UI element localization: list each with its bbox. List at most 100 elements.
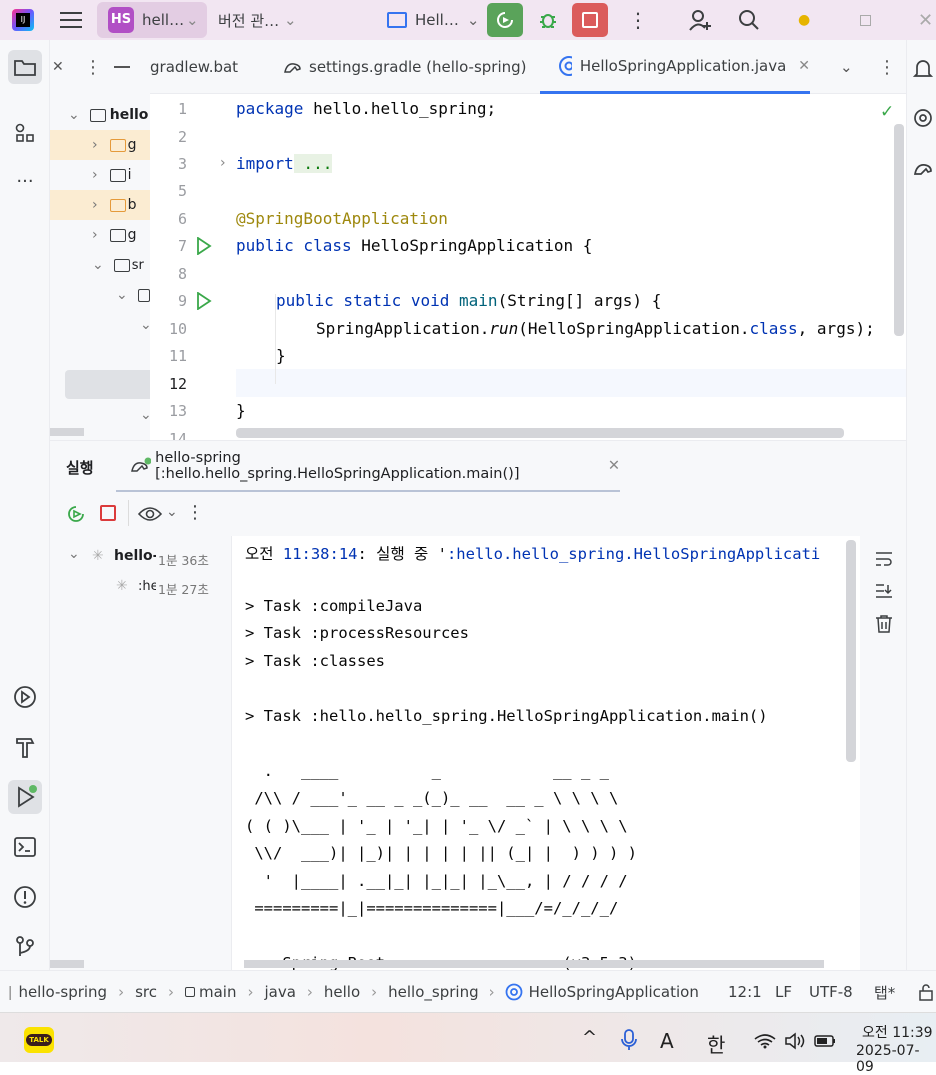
- console-horizontal-scrollbar[interactable]: [244, 960, 824, 968]
- breadcrumb-item[interactable]: hello_spring: [388, 983, 478, 1001]
- more-icon[interactable]: ⋮: [186, 502, 204, 523]
- clock-time[interactable]: 오전 11:39: [862, 1022, 933, 1042]
- close-tab-icon[interactable]: ✕: [608, 458, 620, 474]
- project-folder-icon[interactable]: [8, 50, 42, 84]
- tree-item-java[interactable]: ⌄: [50, 310, 150, 340]
- line-number: 2: [177, 128, 187, 146]
- vcs-widget[interactable]: 버전 관…: [218, 0, 279, 40]
- services-icon[interactable]: [8, 680, 42, 714]
- console-line: 오전 11:38:14: 실행 중 ':hello.hello_spring.H…: [245, 545, 821, 563]
- gradle-icon[interactable]: [913, 160, 933, 182]
- chevron-down-icon[interactable]: ⌄: [68, 546, 80, 562]
- build-hammer-icon[interactable]: [8, 730, 42, 764]
- structure-icon[interactable]: [8, 116, 42, 150]
- breadcrumb-item[interactable]: HelloSpringApplication: [529, 983, 699, 1001]
- tree-item-selected[interactable]: [65, 370, 150, 399]
- tab-hello-spring-application[interactable]: HelloSpringApplication.java ✕: [540, 40, 810, 94]
- breadcrumb-item[interactable]: hello: [324, 983, 360, 1001]
- horizontal-scrollbar[interactable]: [50, 960, 84, 968]
- folder-icon: [109, 168, 126, 182]
- tabs-close-all-icon[interactable]: ✕: [52, 40, 72, 94]
- caret-position[interactable]: 12:1: [728, 971, 762, 1013]
- add-user-icon[interactable]: [688, 0, 712, 40]
- code-line: }: [276, 346, 286, 365]
- kakaotalk-icon[interactable]: TALK: [24, 1027, 54, 1053]
- breadcrumb-item[interactable]: hello-spring: [18, 983, 107, 1001]
- folder-icon: [109, 138, 126, 152]
- microphone-icon[interactable]: [620, 1029, 638, 1051]
- debug-icon[interactable]: [530, 3, 566, 37]
- run-config-widget[interactable]: Hell… ⌄: [387, 0, 479, 40]
- main-menu-icon[interactable]: [60, 0, 82, 40]
- trash-icon[interactable]: [874, 614, 894, 634]
- lock-icon[interactable]: [918, 971, 934, 1013]
- tree-item-idea[interactable]: › i: [50, 160, 150, 190]
- run-tree-item[interactable]: :he: [138, 579, 156, 594]
- line-separator[interactable]: LF: [775, 971, 792, 1013]
- breadcrumb-item[interactable]: main: [199, 983, 236, 1001]
- tips-icon[interactable]: ●: [798, 0, 810, 40]
- close-tab-icon[interactable]: ✕: [798, 58, 810, 74]
- tree-item-gradle-dir[interactable]: › g: [50, 220, 150, 250]
- editor-vertical-scrollbar[interactable]: [894, 124, 904, 336]
- tree-item-root[interactable]: ⌄ hello: [50, 100, 150, 130]
- ime-hangul-indicator[interactable]: 한: [707, 1029, 725, 1058]
- more-icon[interactable]: ⋮: [628, 0, 648, 40]
- horizontal-scrollbar[interactable]: [50, 428, 84, 436]
- run-tool-icon[interactable]: [8, 780, 42, 814]
- tree-item-build[interactable]: › b: [50, 190, 150, 220]
- problems-icon[interactable]: [8, 880, 42, 914]
- tabs-dropdown-icon[interactable]: ⌄: [840, 40, 853, 94]
- code-line: package hello.hello_spring;: [236, 99, 497, 118]
- soft-wrap-icon[interactable]: [874, 550, 894, 568]
- code-editor[interactable]: 1 2 3 5 6 7 8 9 10 11 12 13 14 › package…: [150, 94, 906, 440]
- editor-horizontal-scrollbar[interactable]: [236, 428, 844, 438]
- rerun-icon[interactable]: [66, 504, 86, 524]
- stop-button[interactable]: [572, 3, 608, 37]
- more-tools-icon[interactable]: ···: [8, 164, 42, 198]
- tree-item-resources[interactable]: ⌄: [50, 400, 150, 430]
- minimize-icon[interactable]: [114, 66, 130, 68]
- line-number: 13: [168, 402, 187, 420]
- battery-icon[interactable]: [814, 1032, 838, 1050]
- folded-imports[interactable]: ...: [293, 154, 333, 173]
- tabs-more-icon[interactable]: ⋮: [878, 40, 896, 94]
- tab-settings-gradle[interactable]: settings.gradle (hello-spring): [283, 40, 527, 94]
- close-icon[interactable]: ✕: [918, 0, 933, 40]
- notifications-icon[interactable]: [912, 58, 934, 84]
- ime-mode-indicator[interactable]: A: [660, 1029, 674, 1053]
- chevron-up-icon[interactable]: ^: [582, 1027, 597, 1048]
- clock-date[interactable]: 2025-07-09: [856, 1043, 936, 1075]
- tree-item-gradle[interactable]: › g: [50, 130, 150, 160]
- project-more-icon[interactable]: ⋮: [84, 40, 102, 94]
- tree-item-src[interactable]: ⌄ sr: [50, 250, 150, 280]
- breadcrumb-item[interactable]: src: [135, 983, 157, 1001]
- run-gutter-icon[interactable]: [196, 292, 212, 310]
- eye-icon[interactable]: [138, 504, 162, 524]
- run-gutter-icon[interactable]: [196, 237, 212, 255]
- stop-icon[interactable]: [100, 505, 116, 521]
- run-tree-item[interactable]: hello-: [114, 548, 156, 564]
- breadcrumb-item[interactable]: java: [264, 983, 295, 1001]
- run-config-tab[interactable]: hello-spring [:hello.hello_spring.HelloS…: [116, 441, 620, 493]
- maximize-icon[interactable]: [860, 0, 871, 40]
- search-icon[interactable]: [738, 0, 760, 40]
- fold-icon[interactable]: ›: [220, 155, 226, 171]
- git-branch-icon[interactable]: [8, 930, 42, 964]
- wifi-icon[interactable]: [754, 1033, 776, 1049]
- tree-item-main[interactable]: ⌄: [50, 280, 150, 310]
- ai-assistant-icon[interactable]: [913, 108, 933, 132]
- folder-icon: [113, 258, 130, 272]
- intellij-logo-icon[interactable]: IJ: [12, 0, 34, 40]
- chevron-down-icon[interactable]: ⌄: [166, 504, 178, 520]
- console-vertical-scrollbar[interactable]: [846, 540, 856, 762]
- tab-gradlew[interactable]: gradlew.bat: [150, 40, 238, 94]
- terminal-icon[interactable]: [8, 830, 42, 864]
- console-output[interactable]: 오전 11:38:14: 실행 중 ':hello.hello_spring.H…: [232, 536, 846, 970]
- file-encoding[interactable]: UTF-8: [809, 971, 853, 1013]
- scroll-to-end-icon[interactable]: [874, 582, 894, 600]
- rerun-button[interactable]: [487, 3, 523, 37]
- console-line: ' |____| .__|_| |_|_| |_\__, | / / / /: [245, 872, 628, 890]
- volume-icon[interactable]: [784, 1032, 806, 1050]
- indent-setting[interactable]: 탭*: [874, 971, 895, 1013]
